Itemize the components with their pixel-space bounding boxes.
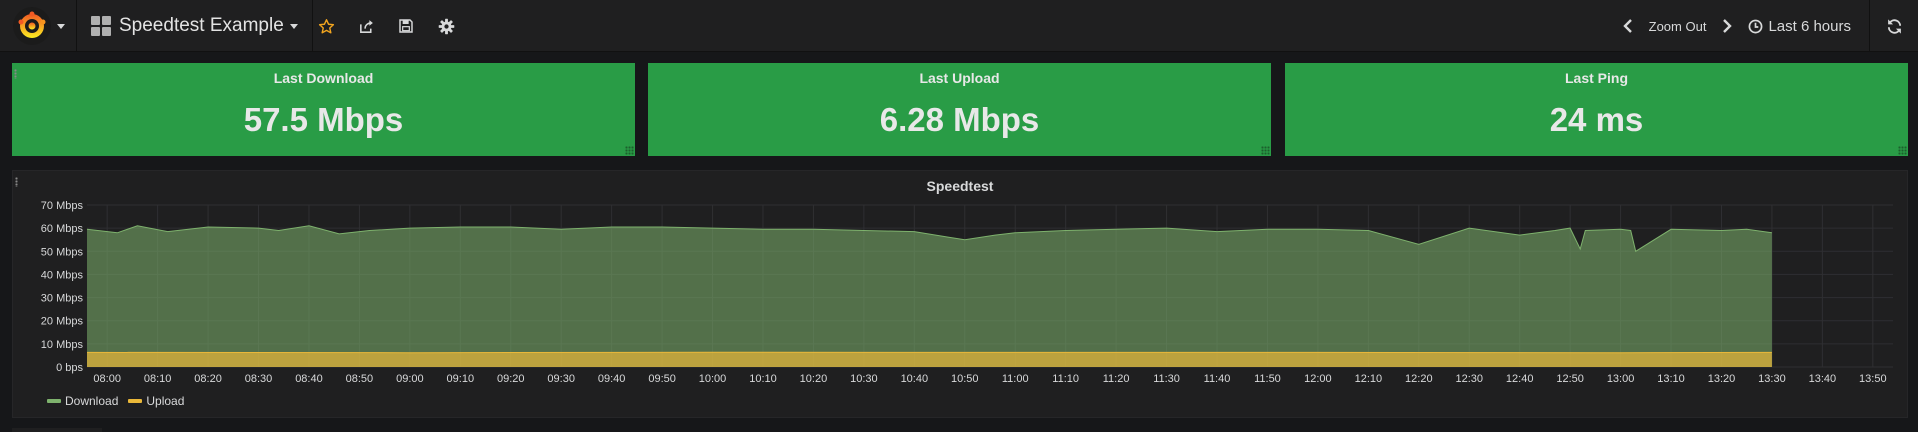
x-tick-label: 13:00 [1607,373,1635,385]
share-icon [359,19,373,33]
x-tick-label: 11:20 [1103,373,1130,385]
y-tick-label: 30 Mbps [41,293,84,305]
y-tick-label: 40 Mbps [41,269,84,281]
stat-value: 6.28 Mbps [879,101,1040,138]
x-tick-label: 09:00 [396,373,424,385]
x-tick-label: 13:20 [1708,373,1736,385]
panel-title[interactable]: Last Ping [1285,70,1908,86]
download-series-area [87,225,1772,367]
chevron-right-icon [1723,19,1733,33]
x-tick-label: 11:00 [1002,373,1029,385]
x-tick-label: 10:00 [699,373,727,385]
y-tick-label: 60 Mbps [41,223,84,235]
stat-value: 57.5 Mbps [243,101,404,138]
legend-label[interactable]: Upload [146,394,184,408]
x-tick-label: 09:30 [547,373,575,385]
x-tick-label: 10:50 [951,373,979,385]
x-tick-label: 11:10 [1052,373,1079,385]
settings-button[interactable] [426,0,466,52]
x-tick-label: 08:00 [93,373,121,385]
x-tick-label: 09:50 [648,373,676,385]
resize-handle-icon[interactable] [1261,146,1270,155]
star-dashboard-button[interactable] [306,0,346,52]
panel-title[interactable]: Last Upload [648,70,1271,86]
x-tick-label: 09:10 [447,373,475,385]
graph-panel-speedtest: Speedtest 0 bps 10 Mbps 20 Mbps 30 Mbps 40 M… [12,170,1908,418]
time-range-picker[interactable]: Last 6 hours [1740,0,1869,52]
clock-icon [1749,19,1763,33]
zoom-out-button[interactable]: Zoom Out [1641,0,1715,52]
x-tick-label: 09:40 [598,373,626,385]
y-tick-label: 0 bps [56,362,83,374]
chevron-left-icon [1622,19,1632,33]
resize-handle-icon[interactable] [1898,146,1907,155]
y-tick-label: 70 Mbps [41,200,84,212]
legend-item-download[interactable]: Download [47,394,118,408]
x-tick-label: 13:10 [1657,373,1685,385]
y-tick-label: 50 Mbps [41,246,84,258]
panel-title[interactable]: Last Download [12,70,635,86]
time-shift-forward-button[interactable] [1714,0,1740,52]
dashboard-title: Speedtest Example [119,15,284,36]
stat-panel-last-download: Last Download 57.5 Mbps [12,63,635,156]
save-icon [399,19,413,33]
legend-label[interactable]: Download [65,394,118,408]
x-tick-label: 10:20 [800,373,828,385]
x-tick-label: 08:40 [295,373,323,385]
series-color-swatch[interactable] [128,399,143,403]
grafana-logo-icon [13,7,51,45]
x-tick-label: 12:20 [1405,373,1433,385]
stat-panel-last-ping: Last Ping 24 ms [1285,63,1908,156]
x-tick-label: 08:10 [144,373,172,385]
x-tick-label: 11:50 [1254,373,1281,385]
stat-value: 24 ms [1549,101,1644,138]
grafana-menu-button[interactable] [0,0,77,52]
x-tick-label: 08:50 [346,373,374,385]
stat-panel-last-upload: Last Upload 6.28 Mbps [648,63,1271,156]
x-tick-label: 10:10 [749,373,777,385]
graph-legend: Download Upload [47,394,194,408]
x-tick-label: 12:50 [1556,373,1584,385]
x-tick-label: 10:40 [901,373,929,385]
x-tick-label: 10:30 [850,373,878,385]
chevron-down-icon [57,23,65,29]
resize-handle-icon[interactable] [625,146,634,155]
next-row-panel-stub [12,428,102,432]
y-tick-label: 10 Mbps [41,339,84,351]
x-tick-label: 11:30 [1153,373,1180,385]
y-tick-label: 20 Mbps [41,316,84,328]
x-tick-label: 12:10 [1355,373,1383,385]
x-tick-label: 13:30 [1758,373,1786,385]
time-shift-back-button[interactable] [1615,0,1641,52]
x-tick-label: 12:00 [1304,373,1332,385]
upload-series-line [86,351,1772,354]
gear-icon [438,18,454,34]
x-tick-label: 09:20 [497,373,525,385]
x-tick-label: 13:50 [1859,373,1887,385]
refresh-icon [1887,18,1901,34]
x-tick-label: 12:40 [1506,373,1534,385]
time-range-label: Last 6 hours [1768,17,1851,35]
top-navbar: Speedtest Example Zoom Out Last 6 hours [0,0,1918,52]
x-tick-label: 08:20 [194,373,222,385]
speedtest-graph[interactable]: 0 bps 10 Mbps 20 Mbps 30 Mbps 40 Mbps 50 Mbps… [13,171,1907,417]
legend-item-upload[interactable]: Upload [128,394,184,408]
upload-series-area [87,352,1772,367]
dashboard-picker[interactable]: Speedtest Example [77,0,313,52]
share-dashboard-button[interactable] [346,0,386,52]
refresh-button[interactable] [1869,0,1918,52]
save-dashboard-button[interactable] [386,0,426,52]
zoom-out-label: Zoom Out [1648,18,1707,34]
dashboard-grid-icon [91,16,111,36]
x-tick-label: 11:40 [1204,373,1231,385]
x-tick-label: 08:30 [245,373,273,385]
x-tick-label: 12:30 [1455,373,1483,385]
star-icon [318,18,334,34]
chevron-down-icon [289,23,298,29]
series-color-swatch[interactable] [47,399,61,403]
x-tick-label: 13:40 [1809,373,1837,385]
